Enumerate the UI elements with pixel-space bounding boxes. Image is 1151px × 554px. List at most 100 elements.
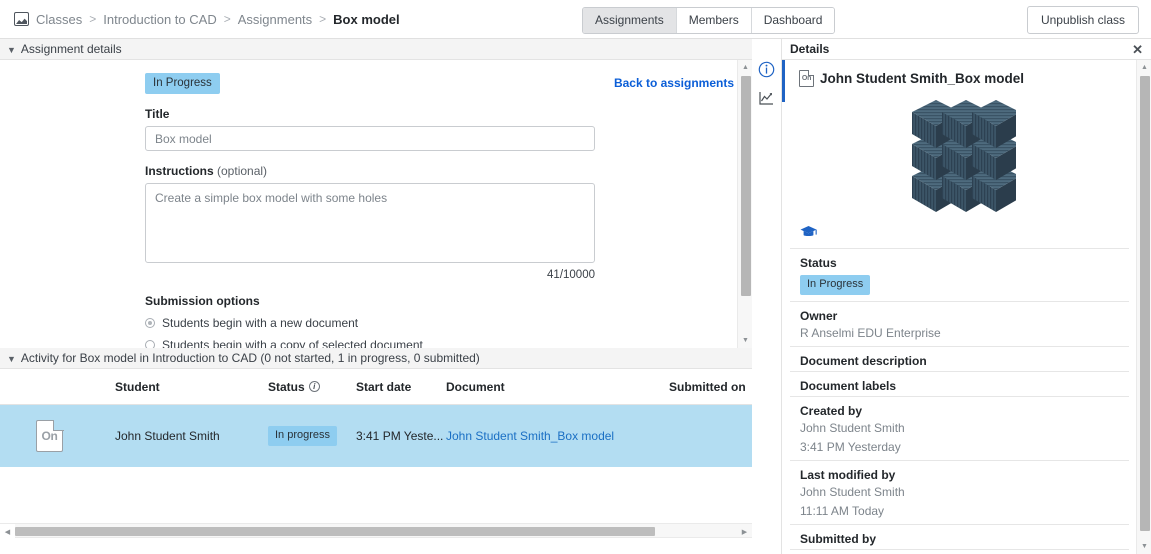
detail-key: Created by [800, 404, 863, 418]
left-content: ▼ Assignment details In Progress Back to… [0, 39, 752, 554]
table-row[interactable]: On John Student Smith In progress 3:41 P… [0, 405, 752, 467]
activity-table-header: Student Status i Start date Document Sub… [0, 369, 752, 405]
unpublish-class-button[interactable]: Unpublish class [1026, 6, 1139, 34]
details-panel-body: On John Student Smith_Box model Status I… [782, 60, 1151, 554]
status-badge: In Progress [145, 73, 220, 94]
details-document-title-row: On John Student Smith_Box model [790, 60, 1129, 87]
detail-value-timestamp: 3:41 PM Yesterday [800, 440, 901, 454]
column-header-document[interactable]: Document [446, 380, 669, 394]
title-input[interactable] [145, 126, 595, 151]
instructions-label-text: Instructions [145, 164, 214, 178]
activity-section: ▼ Activity for Box model in Introduction… [0, 348, 752, 554]
instructions-label: Instructions (optional) [145, 164, 734, 178]
row-document-icon-cell: On [0, 419, 115, 452]
detail-key: Document labels [800, 379, 897, 393]
scroll-thumb[interactable] [15, 527, 655, 536]
scroll-down-arrow-icon[interactable]: ▼ [738, 333, 752, 348]
breadcrumb-separator-icon: > [319, 12, 327, 26]
activity-section-title: Activity for Box model in Introduction t… [20, 351, 480, 365]
info-icon[interactable]: i [308, 381, 320, 392]
assignment-details-section-header[interactable]: ▼ Assignment details [0, 39, 752, 60]
detail-key: Submitted by [800, 532, 877, 546]
breadcrumb-separator-icon: > [89, 12, 97, 26]
scroll-down-arrow-icon[interactable]: ▼ [1137, 539, 1151, 554]
row-student-name: John Student Smith [115, 429, 220, 443]
detail-field-submission-attempts: Submission attempts 0 [790, 549, 1129, 554]
chart-icon[interactable] [758, 89, 776, 107]
activity-section-header[interactable]: ▼ Activity for Box model in Introduction… [0, 348, 752, 369]
breadcrumb-item-classes[interactable]: Classes [36, 12, 82, 27]
close-icon[interactable]: ✕ [1132, 43, 1143, 56]
onshape-document-icon: On [799, 69, 815, 87]
detail-field-created-by: Created by John Student Smith 3:41 PM Ye… [790, 396, 1129, 460]
scroll-up-arrow-icon[interactable]: ▲ [738, 60, 752, 75]
scroll-right-arrow-icon[interactable]: ▶ [737, 524, 752, 539]
tab-dashboard[interactable]: Dashboard [751, 8, 835, 33]
assignment-details-title: Assignment details [20, 42, 122, 56]
radio-new-document[interactable]: Students begin with a new document [145, 316, 734, 330]
detail-value-timestamp: 11:11 AM Today [800, 504, 885, 518]
activity-horizontal-scrollbar[interactable]: ◀ ▶ [0, 523, 752, 539]
instructions-optional-text: (optional) [217, 164, 268, 178]
radio-new-document-label: Students begin with a new document [162, 316, 359, 330]
chevron-down-icon: ▼ [7, 353, 16, 364]
row-document-cell: John Student Smith_Box model [446, 429, 669, 443]
box-model-3d-thumbnail [790, 89, 1129, 221]
detail-status-badge: In Progress [800, 275, 871, 295]
chevron-down-icon: ▼ [7, 44, 16, 55]
graduation-cap-icon [800, 226, 817, 237]
detail-value: John Student Smith [800, 485, 905, 499]
character-counter: 41/10000 [547, 269, 595, 281]
row-start-date: 3:41 PM Yeste... [356, 429, 444, 443]
breadcrumb-item-course[interactable]: Introduction to CAD [103, 12, 216, 27]
row-status-cell: In progress [268, 426, 356, 446]
column-header-start-date[interactable]: Start date [356, 380, 446, 394]
scroll-up-arrow-icon[interactable]: ▲ [1137, 60, 1151, 75]
details-icon-rail [752, 39, 782, 554]
detail-value: John Student Smith [800, 421, 905, 435]
radio-copy-document-label: Students begin with a copy of selected d… [162, 338, 423, 348]
detail-field-last-modified-by: Last modified by John Student Smith 11:1… [790, 460, 1129, 524]
details-panel: Details ✕ On John Student Smith_Box mode… [782, 39, 1151, 554]
assignment-details-pane: In Progress Back to assignments Title In… [0, 60, 752, 348]
scroll-thumb[interactable] [741, 76, 751, 296]
details-vertical-scrollbar[interactable]: ▲ ▼ [737, 60, 752, 348]
class-assignment-page: Classes > Introduction to CAD > Assignme… [0, 0, 1151, 554]
details-panel-scrollbar[interactable]: ▲ ▼ [1136, 60, 1151, 554]
scroll-thumb[interactable] [1140, 76, 1150, 531]
tab-assignments[interactable]: Assignments [583, 8, 677, 33]
info-circle-icon[interactable] [758, 60, 776, 78]
radio-selected-icon [145, 318, 155, 328]
row-status-badge: In progress [268, 426, 338, 446]
detail-key: Owner [800, 309, 838, 323]
tab-group: Assignments Members Dashboard [582, 7, 836, 34]
column-header-status[interactable]: Status i [268, 380, 356, 394]
details-document-title: John Student Smith_Box model [820, 71, 1025, 86]
onshape-document-icon: On [36, 419, 64, 452]
detail-field-owner: Owner R Anselmi EDU Enterprise [790, 301, 1129, 346]
instructions-field-group: Instructions (optional) 41/10000 [0, 164, 752, 281]
title-field-group: Title [0, 107, 752, 151]
column-header-submitted-on[interactable]: Submitted on [669, 380, 752, 394]
column-header-student[interactable]: Student [115, 380, 268, 394]
submission-options-group: Submission options Students begin with a… [0, 294, 752, 348]
row-document-link[interactable]: John Student Smith_Box model [446, 429, 614, 443]
breadcrumb-item-assignments[interactable]: Assignments [238, 12, 312, 27]
back-to-assignments-link[interactable]: Back to assignments [614, 73, 734, 90]
status-and-back-row: In Progress Back to assignments [0, 60, 752, 94]
tab-members[interactable]: Members [676, 8, 752, 33]
scroll-left-arrow-icon[interactable]: ◀ [0, 524, 15, 539]
breadcrumb: Classes > Introduction to CAD > Assignme… [0, 12, 400, 27]
detail-field-status: Status In Progress [790, 248, 1129, 301]
details-panel-header: Details ✕ [782, 39, 1151, 60]
column-header-status-label: Status [268, 379, 305, 394]
detail-field-document-description: Document description [790, 346, 1129, 371]
radio-unselected-icon [145, 340, 155, 348]
detail-key: Document description [800, 354, 927, 368]
breadcrumb-separator-icon: > [223, 12, 231, 26]
submission-options-label: Submission options [145, 294, 260, 308]
instructions-textarea[interactable] [145, 183, 595, 263]
classes-icon [14, 12, 29, 26]
breadcrumb-current: Box model [333, 11, 400, 27]
radio-copy-document[interactable]: Students begin with a copy of selected d… [145, 338, 734, 348]
